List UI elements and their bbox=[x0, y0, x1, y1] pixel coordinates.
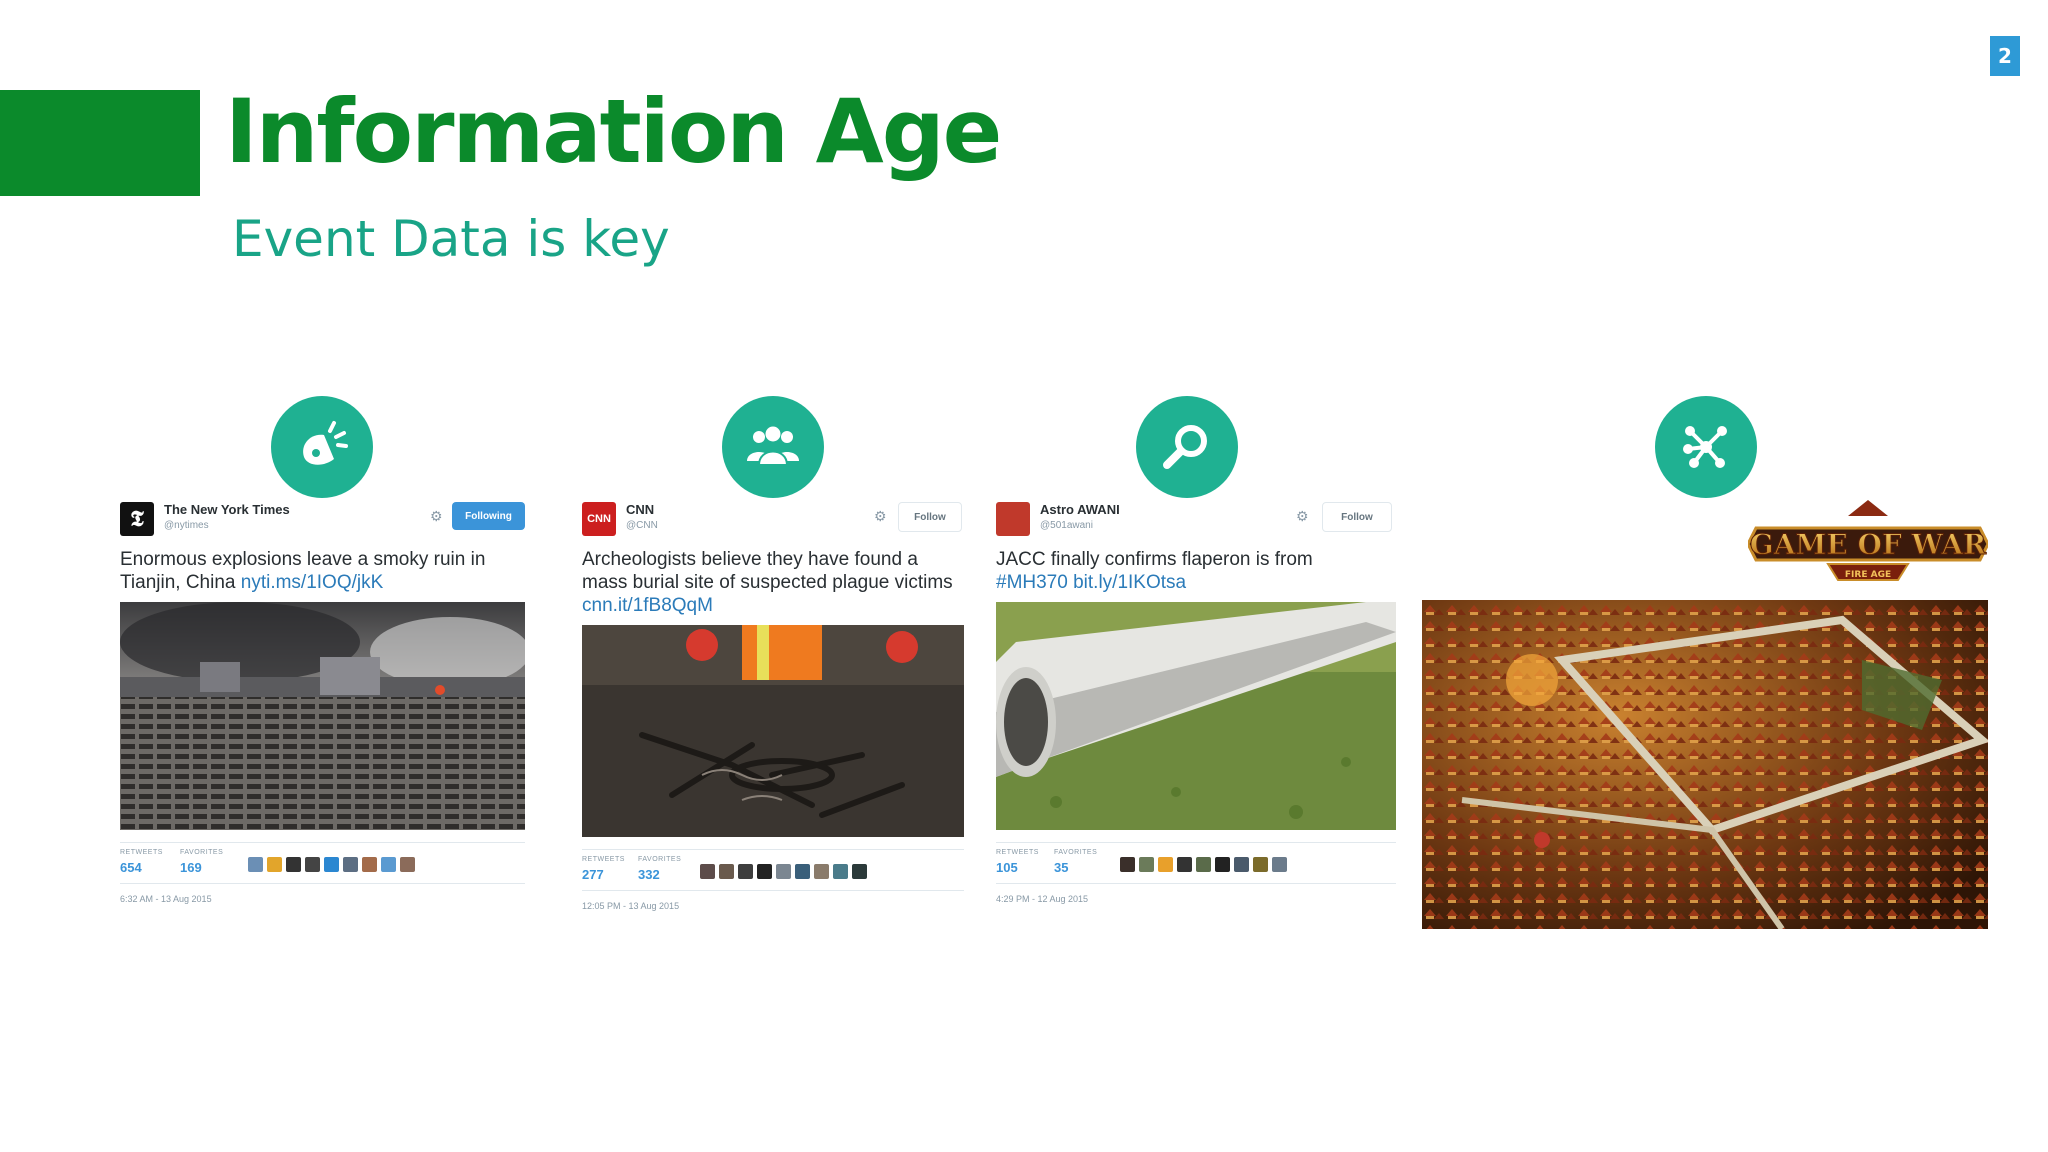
follow-button[interactable]: Follow bbox=[1322, 502, 1392, 532]
tweet-timestamp: 6:32 AM - 13 Aug 2015 bbox=[120, 894, 212, 904]
svg-text:FIRE AGE: FIRE AGE bbox=[1845, 570, 1891, 580]
astro-awani-avatar bbox=[996, 502, 1030, 536]
tweet-card-astro-awani[interactable]: Astro AWANI @501awani ⚙ Follow JACC fina… bbox=[996, 498, 1396, 904]
tweet-link[interactable]: #MH370 bit.ly/1IKOtsa bbox=[996, 572, 1186, 593]
search-icon bbox=[1136, 396, 1238, 498]
tweet-stats: RETWEETS 277 FAVORITES 332 bbox=[582, 849, 964, 891]
tweet-stats: RETWEETS 105 FAVORITES 35 bbox=[996, 842, 1396, 884]
favoriter-avatars bbox=[700, 864, 867, 879]
tweet-photo-burial-site bbox=[582, 625, 964, 837]
tweet-handle: @CNN bbox=[626, 520, 658, 531]
nytimes-avatar: 𝕿 bbox=[120, 502, 154, 536]
tweet-link[interactable]: nyti.ms/1IOQ/jkK bbox=[241, 572, 384, 593]
gear-icon[interactable]: ⚙ bbox=[874, 508, 887, 525]
favoriter-avatars bbox=[248, 857, 415, 872]
tweet-text: Enormous explosions leave a smoky ruin i… bbox=[120, 549, 486, 593]
tweet-photo-explosion bbox=[120, 602, 525, 830]
tweet-text: JACC finally confirms flaperon is from #… bbox=[996, 549, 1313, 593]
favoriter-avatars bbox=[1120, 857, 1287, 872]
svg-text:GAME OF WAR: GAME OF WAR bbox=[1750, 528, 1987, 561]
follow-button[interactable]: Follow bbox=[898, 502, 962, 532]
tweet-text: Archeologists believe they have found a … bbox=[582, 549, 953, 616]
tweet-card-nytimes[interactable]: 𝕿 The New York Times @nytimes ⚙ Followin… bbox=[120, 498, 525, 904]
gear-icon[interactable]: ⚙ bbox=[1296, 508, 1309, 525]
tweet-account-name: Astro AWANI bbox=[1040, 502, 1120, 517]
tweet-handle: @nytimes bbox=[164, 520, 209, 531]
tweet-timestamp: 12:05 PM - 13 Aug 2015 bbox=[582, 901, 680, 911]
tweet-timestamp: 4:29 PM - 12 Aug 2015 bbox=[996, 894, 1089, 904]
tweet-photo-flaperon bbox=[996, 602, 1396, 830]
network-icon bbox=[1655, 396, 1757, 498]
slide-number: 2 bbox=[1990, 36, 2020, 76]
game-of-war-screenshot bbox=[1422, 600, 1988, 929]
slide-title: Information Age bbox=[225, 80, 1002, 183]
following-button[interactable]: Following bbox=[452, 502, 525, 530]
megaphone-icon bbox=[271, 396, 373, 498]
tweet-account-name: CNN bbox=[626, 502, 655, 517]
gear-icon[interactable]: ⚙ bbox=[430, 508, 443, 525]
tweet-account-name: The New York Times bbox=[164, 502, 290, 517]
game-of-war-logo: GAME OF WAR FIRE AGE bbox=[1746, 498, 1990, 590]
tweet-stats: RETWEETS 654 FAVORITES 169 bbox=[120, 842, 525, 884]
tweet-handle: @501awani bbox=[1040, 520, 1093, 531]
tweet-link[interactable]: cnn.it/1fB8QqM bbox=[582, 595, 713, 616]
cnn-avatar: CNN bbox=[582, 502, 616, 536]
tweet-card-cnn[interactable]: CNN CNN @CNN ⚙ Follow Archeologists beli… bbox=[582, 498, 964, 911]
title-accent-bar bbox=[0, 90, 200, 196]
slide-subtitle: Event Data is key bbox=[232, 210, 670, 268]
group-icon bbox=[722, 396, 824, 498]
